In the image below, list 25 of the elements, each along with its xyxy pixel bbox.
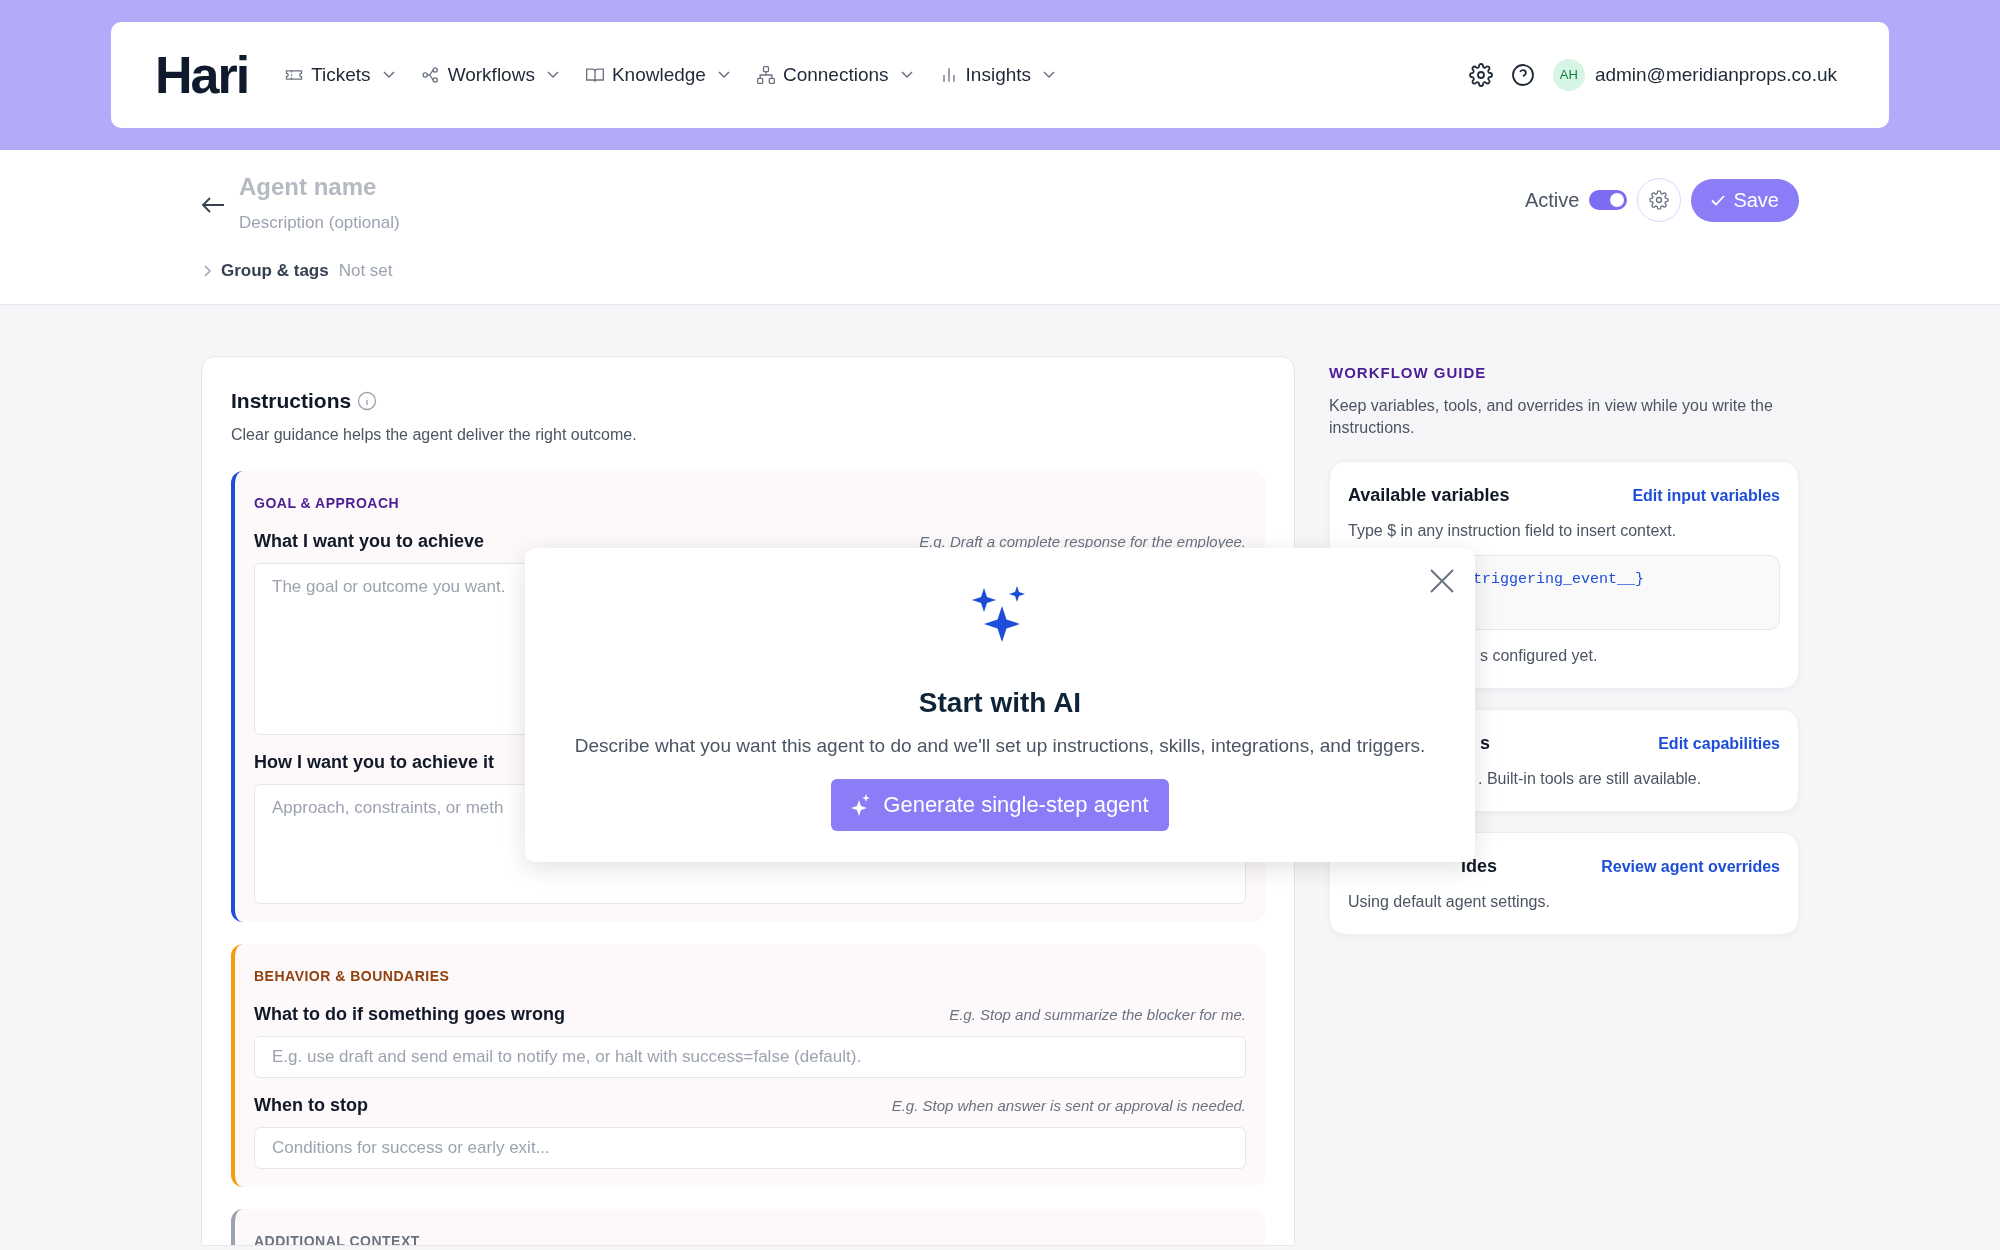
field-example: E.g. Stop and summarize the blocker for me.	[949, 1004, 1246, 1025]
card-note: s configured yet.	[1480, 646, 1598, 664]
variable-token: triggering_event__}	[1473, 570, 1645, 588]
instructions-title: Instructions	[231, 388, 352, 414]
dialog-description: Describe what you want this agent to do and we'll set up instructions, skills, integrations, and triggers.	[574, 734, 1426, 758]
instructions-subtitle: Clear guidance helps the agent deliver the right outcome.	[231, 424, 638, 445]
active-label: Active	[1524, 188, 1580, 213]
guide-title: WORKFLOW GUIDE	[1329, 363, 1488, 383]
field-label: What to do if something goes wrong	[254, 1002, 565, 1026]
field-example: E.g. Stop when answer is sent or approval is needed.	[891, 1095, 1246, 1116]
group-tags-value: Not set	[338, 260, 393, 282]
card-title: Available variables	[1348, 484, 1510, 505]
field-label: When to stop	[254, 1093, 368, 1117]
card-text: Using default agent settings.	[1348, 892, 1550, 910]
guide-description: Keep variables, tools, and overrides in view while you write the instructions.	[1329, 395, 1774, 438]
section-title: BEHAVIOR & BOUNDARIES	[254, 966, 451, 986]
field-label: How I want you to achieve it	[254, 750, 495, 774]
section-title: GOAL & APPROACH	[254, 493, 401, 513]
card-text: Type $ in any instruction field to insert context.	[1348, 521, 1677, 539]
field-label: What I want you to achieve	[254, 529, 485, 553]
card-title: s	[1480, 732, 1490, 753]
section-title: ADDITIONAL CONTEXT	[254, 1231, 421, 1245]
card-title: ides	[1461, 855, 1498, 876]
card-text: . Built-in tools are still available.	[1478, 769, 1702, 787]
dialog-title: Start with AI	[918, 686, 1082, 720]
